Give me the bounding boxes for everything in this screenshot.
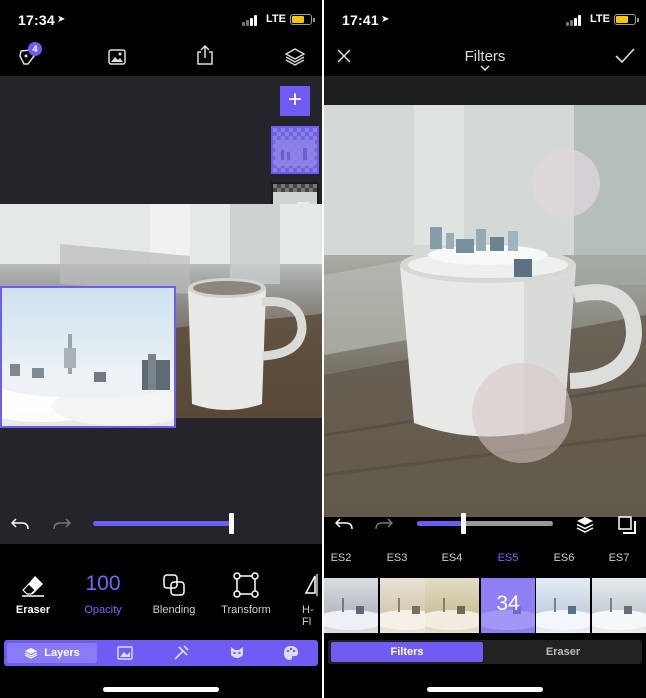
page-title[interactable]: Filters	[324, 48, 646, 65]
right-screen: 17:41 ➤ LTE Filters ES2 ES3 ES4 ES5 ES6 …	[324, 0, 646, 698]
filter-thumbnail-es6[interactable]	[536, 578, 590, 633]
location-icon: ➤	[57, 14, 66, 25]
tab-filters-icon[interactable]	[116, 645, 134, 661]
filter-name[interactable]: ES3	[369, 552, 425, 564]
bottom-tab-bar: Layers	[4, 640, 318, 666]
slider-handle[interactable]	[229, 513, 234, 534]
tool-flip-horizontal[interactable]: H-Fl	[290, 548, 322, 634]
add-layer-button[interactable]: +	[280, 86, 310, 116]
status-bar: 17:34 ➤ LTE	[0, 0, 322, 38]
tool-label: Blending	[152, 604, 196, 616]
undo-icon[interactable]	[10, 514, 30, 534]
layer-tools-bar: Eraser 100 Opacity Blending Transform H-…	[0, 548, 322, 634]
filter-name[interactable]: ES6	[536, 552, 592, 564]
signal-icon	[242, 15, 258, 26]
filter-name[interactable]: ES7	[591, 552, 646, 564]
filter-thumbnail-es4[interactable]	[425, 578, 479, 633]
selected-overlay-layer[interactable]	[0, 286, 176, 428]
slider-handle[interactable]	[461, 513, 467, 534]
notification-badge: 4	[28, 42, 42, 56]
location-icon: ➤	[381, 14, 390, 25]
filter-name[interactable]: ES2	[324, 552, 369, 564]
composite-photo	[324, 105, 646, 517]
tool-opacity[interactable]: 100 Opacity	[70, 548, 136, 634]
image-icon[interactable]	[106, 46, 128, 68]
layers-icon[interactable]	[284, 46, 306, 68]
tool-label: H-Fl	[302, 604, 314, 628]
tab-mask-icon[interactable]	[228, 644, 246, 662]
filter-names-row: ES2 ES3 ES4 ES5 ES6 ES7	[324, 552, 646, 572]
blending-icon	[161, 572, 187, 598]
layer-thumbnail-overlay[interactable]	[271, 126, 319, 174]
redo-icon[interactable]	[52, 514, 72, 534]
tab-layers[interactable]: Layers	[7, 643, 97, 663]
filter-intensity-slider[interactable]	[417, 513, 553, 534]
status-bar: 17:41 ➤ LTE	[324, 0, 646, 38]
filters-eraser-toggle: Filters Eraser	[328, 640, 642, 664]
layers-tab-icon	[24, 648, 38, 659]
filter-thumbnail-es5[interactable]: 34	[481, 578, 535, 633]
filter-name[interactable]: ES4	[424, 552, 480, 564]
tab-eraser[interactable]: Eraser	[488, 642, 638, 662]
share-icon[interactable]	[194, 44, 216, 66]
network-label: LTE	[590, 13, 610, 25]
network-label: LTE	[266, 13, 286, 25]
filter-thumbnails: 34	[324, 578, 646, 633]
slider-fill	[417, 521, 464, 526]
battery-icon	[290, 14, 315, 25]
tool-label: Opacity	[84, 604, 122, 616]
transform-icon	[233, 572, 259, 598]
top-toolbar	[0, 40, 322, 74]
home-indicator[interactable]	[427, 687, 543, 692]
filter-intensity-value: 34	[496, 592, 520, 615]
redo-icon[interactable]	[374, 514, 394, 534]
filter-name-selected[interactable]: ES5	[480, 552, 536, 564]
eraser-icon	[20, 572, 46, 598]
tab-filters[interactable]: Filters	[331, 642, 483, 662]
tool-blending[interactable]: Blending	[141, 548, 207, 634]
opacity-value: 100	[85, 572, 121, 595]
layers-icon[interactable]	[574, 514, 596, 536]
flip-icon	[304, 572, 322, 598]
opacity-slider[interactable]	[93, 513, 234, 534]
tool-label: Eraser	[15, 604, 51, 616]
tab-adjust-icon[interactable]	[172, 644, 190, 662]
tab-palette-icon[interactable]	[282, 644, 300, 662]
battery-icon	[614, 14, 639, 25]
status-time: 17:41	[342, 12, 379, 28]
signal-icon	[566, 15, 582, 26]
left-screen: 17:34 ➤ LTE 4 + Eraser 100 Opacity Blend…	[0, 0, 322, 698]
undo-icon[interactable]	[334, 514, 354, 534]
filter-thumbnail-es2[interactable]	[324, 578, 378, 633]
tool-eraser[interactable]: Eraser	[0, 548, 66, 634]
tool-transform[interactable]: Transform	[213, 548, 279, 634]
checkmark-icon[interactable]	[614, 46, 636, 66]
chevron-down-icon[interactable]	[479, 64, 491, 72]
tab-label: Layers	[44, 647, 80, 659]
compare-icon[interactable]	[616, 514, 638, 536]
tool-label: Transform	[221, 604, 271, 616]
status-time: 17:34	[18, 12, 55, 28]
filter-thumbnail-es7[interactable]	[592, 578, 646, 633]
home-indicator[interactable]	[103, 687, 219, 692]
